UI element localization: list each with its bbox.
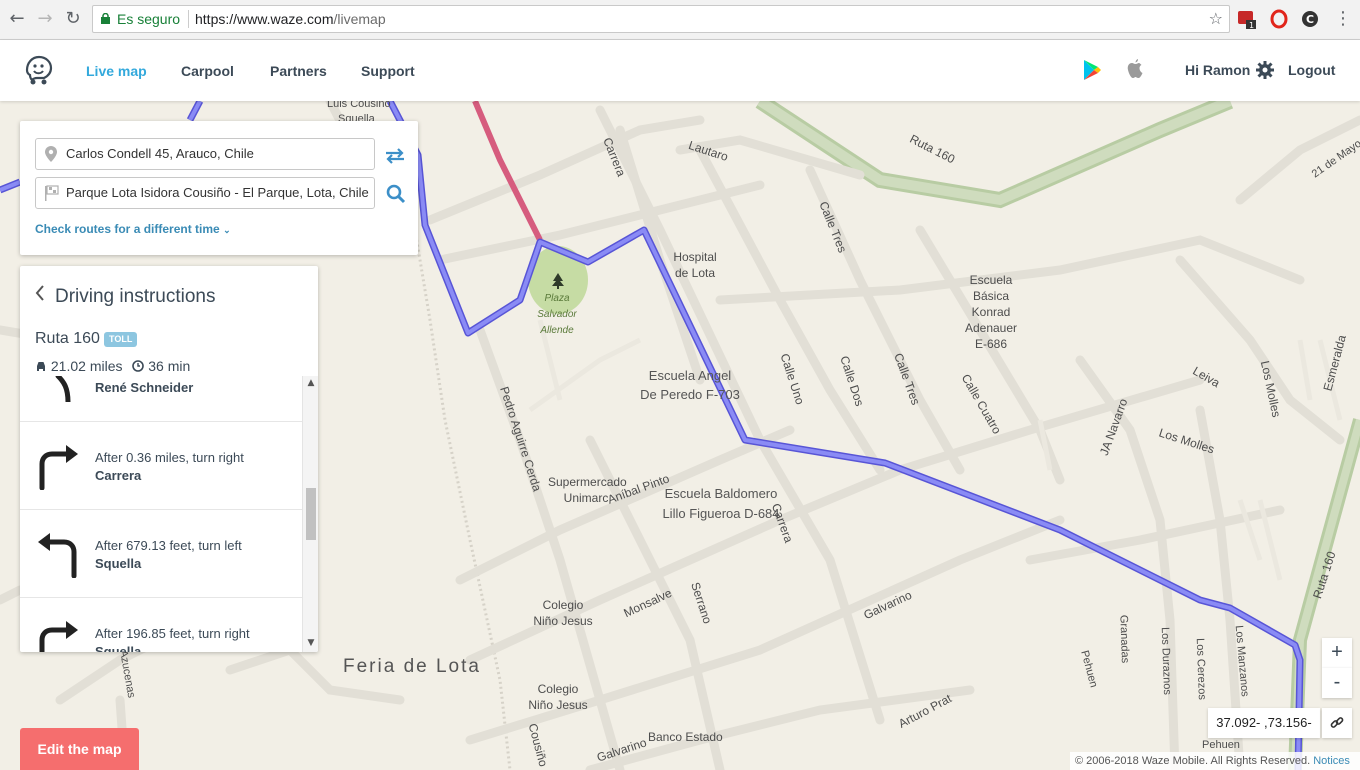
scroll-down-icon[interactable]: ▼ [306, 638, 316, 648]
instruction-step[interactable]: After 679.13 feet, turn left Squella [20, 510, 302, 598]
destination-value: Parque Lota Isidora Cousiño - El Parque,… [66, 185, 369, 200]
forward-icon[interactable]: → [34, 8, 56, 30]
svg-text:1: 1 [1249, 21, 1254, 29]
turn-right-icon [39, 445, 78, 490]
nav-partners[interactable]: Partners [270, 63, 327, 79]
extension-c-icon[interactable]: C [1301, 9, 1321, 29]
logout-link[interactable]: Logout [1288, 62, 1335, 78]
map-label: Colegio Niño Jesus [533, 598, 593, 628]
user-greeting[interactable]: Hi Ramon [1185, 62, 1250, 78]
step-street: René Schneider [95, 380, 194, 395]
nav-support[interactable]: Support [361, 63, 415, 79]
address-bar[interactable]: Es seguro https://www.waze.com/livemap ☆ [92, 5, 1230, 33]
route-stats: 21.02 miles 36 min [35, 358, 190, 374]
instruction-step[interactable]: René Schneider [20, 376, 302, 422]
lock-icon [101, 13, 110, 24]
step-description: After 679.13 feet, turn left [95, 538, 242, 553]
edit-map-button[interactable]: Edit the map [20, 728, 139, 770]
scroll-up-icon[interactable]: ▲ [306, 378, 316, 388]
map-label: Escuela Baldomero Lillo Figueroa D-684 [662, 486, 780, 521]
origin-input[interactable]: Carlos Condell 45, Arauco, Chile [35, 138, 375, 170]
bookmark-star-icon[interactable]: ☆ [1209, 6, 1223, 32]
turn-left-icon [38, 533, 77, 578]
gear-icon[interactable] [1256, 61, 1274, 79]
chevron-down-icon: ⌄ [223, 225, 231, 235]
nav-live-map[interactable]: Live map [86, 63, 147, 79]
straight-arrow-icon [55, 376, 71, 402]
scroll-thumb[interactable] [306, 488, 316, 540]
instruction-step[interactable]: After 196.85 feet, turn right Squella [20, 598, 302, 652]
map-label: Hospital de Lota [673, 250, 717, 280]
footer: © 2006-2018 Waze Mobile. All Rights Rese… [1070, 752, 1360, 770]
link-icon [1330, 717, 1344, 728]
map-label: Feria de Lota [343, 656, 481, 677]
map-label: Los Duraznos [1158, 626, 1174, 696]
map-label: Escuela Básica Konrad Adenauer E-686 [964, 273, 1018, 351]
zoom-out-button[interactable]: - [1322, 668, 1352, 698]
browser-menu-icon[interactable]: ⋮ [1332, 8, 1354, 30]
route-name: Ruta 160 [35, 330, 100, 347]
route-duration: 36 min [148, 358, 191, 374]
map-label: Escuela Angel De Peredo F-703 [640, 368, 740, 402]
notices-link[interactable]: Notices [1313, 755, 1350, 767]
map-label: Plaza Salvador Allende [537, 293, 577, 336]
map-label: Granadas [1117, 614, 1131, 664]
instructions-title: Driving instructions [55, 286, 216, 307]
back-icon[interactable]: ← [6, 8, 28, 30]
waze-logo-icon[interactable] [24, 54, 54, 86]
nav-carpool[interactable]: Carpool [181, 63, 234, 79]
map-label: Pehuen [1202, 739, 1240, 751]
apple-icon[interactable] [1127, 59, 1144, 79]
instruction-step[interactable]: After 0.36 miles, turn right Carrera [20, 422, 302, 510]
site-header: Live map Carpool Partners Support Hi Ram… [0, 40, 1360, 101]
origin-pin-icon [45, 146, 57, 162]
svg-text:C: C [1306, 13, 1314, 26]
instruction-steps[interactable]: René Schneider After 0.36 miles, turn ri… [20, 376, 318, 652]
turn-right-icon [39, 621, 78, 652]
search-icon[interactable] [386, 184, 406, 204]
route-search-panel: Carlos Condell 45, Arauco, Chile Parque … [20, 121, 418, 255]
omnibox-separator [188, 10, 189, 28]
clock-icon [132, 360, 145, 372]
map-label: Colegio Niño Jesus [528, 682, 588, 712]
step-street: Squella [95, 556, 142, 571]
map-label: Los Cerezos [1193, 637, 1208, 701]
origin-value: Carlos Condell 45, Arauco, Chile [66, 146, 254, 161]
step-street: Squella [95, 644, 142, 652]
toll-badge: TOLL [104, 332, 138, 347]
destination-input[interactable]: Parque Lota Isidora Cousiño - El Parque,… [35, 177, 375, 209]
destination-flag-icon [45, 185, 59, 201]
instructions-scrollbar[interactable]: ▲ ▼ [302, 376, 318, 652]
back-chevron-icon[interactable] [34, 284, 46, 302]
step-description: After 0.36 miles, turn right [95, 450, 244, 465]
park-tree-icon [552, 273, 564, 289]
route-distance: 21.02 miles [50, 358, 123, 374]
car-icon [37, 362, 45, 371]
swap-route-icon[interactable] [384, 147, 406, 165]
browser-toolbar: ← → ↻ Es seguro https://www.waze.com/liv… [0, 0, 1360, 40]
zoom-in-button[interactable]: + [1322, 638, 1352, 668]
driving-instructions-panel: Driving instructions Ruta 160 TOLL 21.02… [20, 266, 318, 652]
copyright-text: © 2006-2018 Waze Mobile. All Rights Rese… [1075, 755, 1311, 767]
map-label: Banco Estado [648, 730, 723, 744]
step-street: Carrera [95, 468, 142, 483]
coordinates-display: 37.092- ,73.156- [1208, 708, 1320, 738]
step-description: After 196.85 feet, turn right [95, 626, 250, 641]
opera-icon[interactable] [1270, 9, 1290, 29]
url-text: https://www.waze.com/livemap [195, 11, 386, 27]
check-routes-time-link[interactable]: Check routes for a different time ⌄ [35, 222, 231, 236]
secure-label: Es seguro [117, 11, 181, 27]
reload-icon[interactable]: ↻ [62, 8, 84, 30]
permalink-button[interactable] [1322, 708, 1352, 738]
extension-mail-icon[interactable]: 1 [1238, 9, 1258, 29]
google-play-icon[interactable] [1084, 60, 1101, 80]
